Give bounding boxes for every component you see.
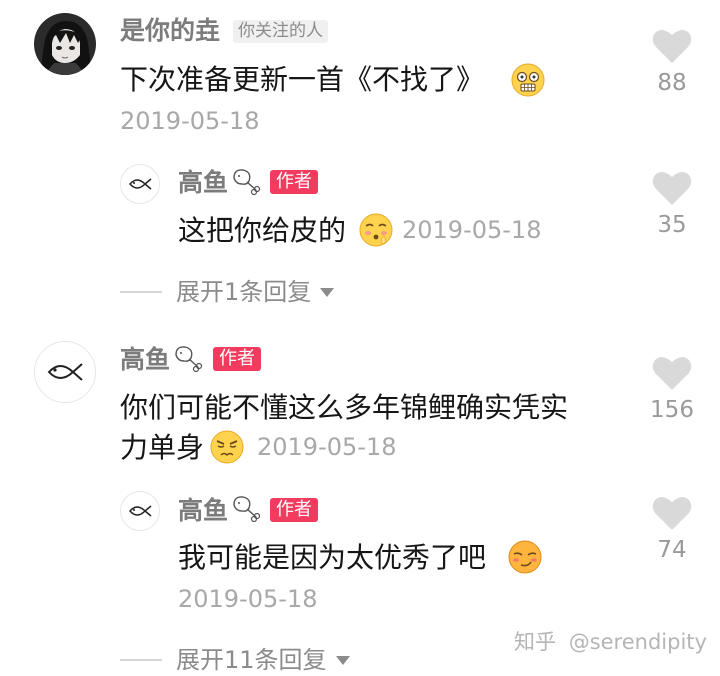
comment-username[interactable]: 是你的垚	[120, 18, 220, 43]
comment-date: 2019-05-18	[257, 433, 397, 461]
like-count: 35	[657, 212, 687, 238]
like-count: 74	[657, 537, 687, 563]
fish-avatar-icon	[129, 178, 152, 190]
anime-avatar-icon	[34, 13, 96, 75]
like-button[interactable]: 88	[642, 28, 702, 95]
watermark-site: 知乎	[514, 630, 556, 654]
blushing-emoji-icon	[358, 212, 394, 248]
user-avatar[interactable]	[34, 13, 96, 75]
comment-username[interactable]: 高鱼	[120, 347, 170, 372]
reply-text: 我可能是因为太优秀了吧	[178, 541, 487, 574]
comment-text: 下次准备更新一首《不找了》	[120, 63, 485, 96]
expand-replies-label: 展开1条回复	[176, 278, 312, 306]
chicken-leg-icon	[230, 166, 264, 196]
comment-text-line-1: 你们可能不懂这么多年锦鲤确实凭实	[120, 391, 569, 424]
author-badge: 作者	[213, 347, 261, 371]
fish-avatar-icon	[129, 505, 152, 517]
comment-text-line-2: 力单身	[120, 431, 205, 464]
grimace-emoji-icon	[208, 429, 246, 465]
smirk-emoji-icon	[506, 539, 544, 575]
heart-icon	[652, 356, 692, 390]
reply-date: 2019-05-18	[178, 585, 318, 613]
expand-replies-button[interactable]: 展开11条回复	[120, 648, 351, 672]
like-button[interactable]: 35	[642, 170, 702, 237]
heart-icon	[652, 171, 692, 205]
heart-icon	[652, 29, 692, 63]
chevron-down-icon	[320, 288, 335, 297]
like-count: 156	[650, 397, 694, 423]
reply-avatar[interactable]	[120, 164, 160, 204]
chicken-leg-icon	[172, 343, 206, 373]
fish-avatar-icon	[47, 363, 83, 381]
heart-icon	[652, 496, 692, 530]
follow-badge: 你关注的人	[233, 20, 328, 43]
reply-username[interactable]: 高鱼	[178, 170, 228, 195]
comment-date: 2019-05-18	[120, 107, 260, 135]
expand-replies-button[interactable]: 展开1条回复	[120, 280, 335, 304]
reply-avatar[interactable]	[120, 491, 160, 531]
expand-replies-label: 展开11条回复	[176, 646, 327, 674]
shocked-emoji-icon	[510, 62, 546, 98]
chevron-down-icon	[335, 656, 350, 665]
divider-line	[120, 291, 162, 293]
reply-date: 2019-05-18	[402, 216, 542, 244]
like-button[interactable]: 156	[642, 355, 702, 422]
like-button[interactable]: 74	[642, 495, 702, 562]
watermark: 知乎 @serendipity	[514, 632, 707, 653]
watermark-handle: @serendipity	[568, 630, 707, 654]
divider-line	[120, 659, 162, 661]
reply-text: 这把你给皮的	[178, 214, 347, 247]
author-badge: 作者	[270, 170, 318, 194]
chicken-leg-icon	[230, 493, 264, 523]
user-avatar[interactable]	[34, 341, 96, 403]
reply-username[interactable]: 高鱼	[178, 498, 228, 523]
like-count: 88	[657, 70, 687, 96]
author-badge: 作者	[270, 498, 318, 522]
